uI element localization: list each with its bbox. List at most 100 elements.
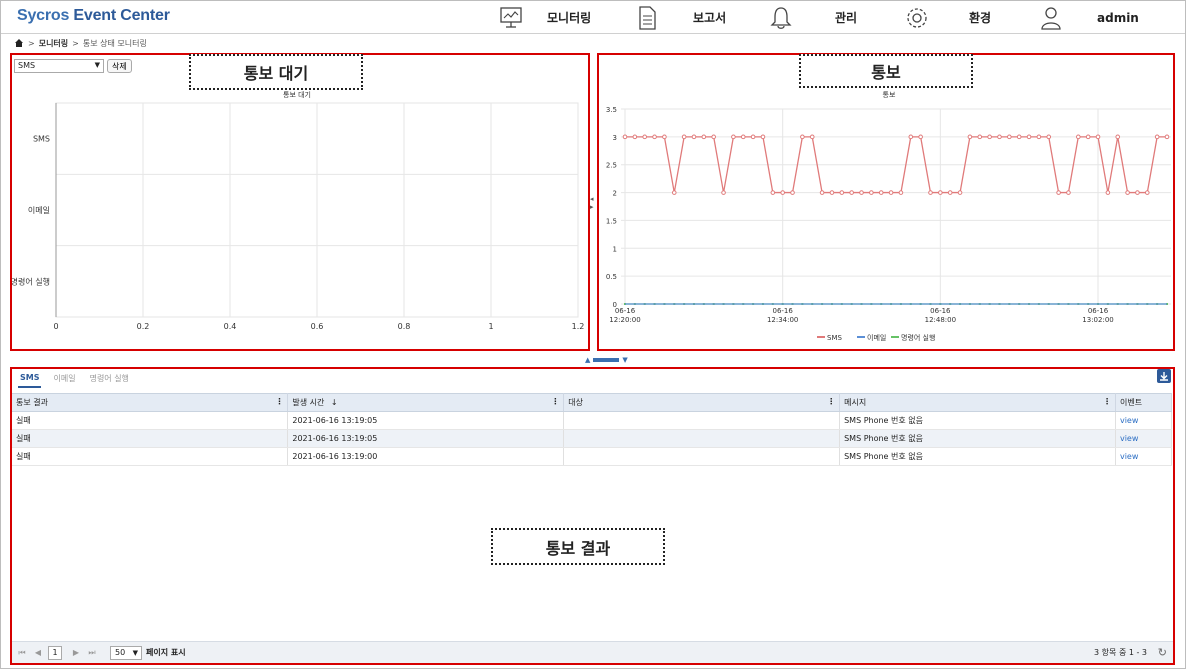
next-page-icon[interactable]: ▶ [70, 648, 82, 657]
arrow-down-icon[interactable]: ▼ [622, 356, 627, 364]
col-header-label: 통보 결과 [16, 398, 48, 407]
data-point [987, 134, 992, 140]
data-point [1144, 190, 1150, 195]
col-header-target[interactable]: 대상 ⋮ [563, 393, 841, 412]
data-point [1026, 134, 1032, 140]
data-point [691, 134, 697, 140]
page-size-label: 페이지 표시 [146, 648, 186, 657]
top-header: Sycros Event Center 모니터링 보고서 관리 환경 admin [1, 1, 1185, 34]
col-header-result[interactable]: 통보 결과 ⋮ [12, 393, 289, 412]
refresh-icon[interactable]: ↻ [1158, 646, 1167, 659]
data-point [997, 134, 1002, 140]
x-tick-label: 06-16 [773, 307, 794, 315]
gear-icon [903, 4, 931, 32]
data-point [977, 134, 983, 140]
x-tick-label: 13:02:00 [1082, 316, 1113, 324]
table-header-row: 통보 결과 ⋮ 발생 시간 ↓ ⋮ 대상 ⋮ 메시지 ⋮ 이벤트 [12, 393, 1173, 412]
chart-title: 통보 [883, 91, 896, 99]
nav-settings-label: 환경 [969, 11, 992, 25]
y-tick-label: 2 [613, 190, 617, 198]
tab-email[interactable]: 이메일 [51, 371, 77, 388]
data-point [770, 190, 776, 195]
data-point [740, 134, 746, 140]
download-icon [1160, 372, 1168, 381]
breadcrumb: > 모니터링 > 통보 상태 모니터링 [14, 37, 147, 49]
arrow-up-icon[interactable]: ▲ [585, 356, 590, 364]
y-category-label: 이메일 [28, 205, 50, 215]
tab-sms[interactable]: SMS [18, 371, 42, 388]
column-menu-icon[interactable]: ⋮ [1103, 397, 1111, 406]
data-point [652, 134, 657, 140]
breadcrumb-sep: > [72, 38, 79, 48]
data-point [1154, 134, 1160, 140]
download-button[interactable] [1157, 369, 1171, 383]
home-icon[interactable] [14, 38, 24, 48]
cell-time: 2021-06-16 13:19:05 [287, 411, 565, 430]
data-point [671, 190, 677, 195]
nav-reports[interactable]: 보고서 [633, 1, 726, 34]
last-page-icon[interactable]: ⏭ [86, 648, 98, 658]
data-point [809, 134, 815, 140]
view-link[interactable]: view [1115, 411, 1173, 430]
y-tick-label: 3 [613, 134, 617, 142]
monitor-icon [497, 4, 525, 32]
chevron-down-icon: ▼ [94, 61, 100, 69]
data-point [819, 190, 825, 195]
result-panel: SMS 이메일 명령어 실행 통보 결과 ⋮ 발생 시간 ↓ ⋮ 대상 ⋮ 메시지 ⋮ … [10, 367, 1175, 665]
nav-monitoring[interactable]: 모니터링 [497, 1, 591, 34]
col-header-time[interactable]: 발생 시간 ↓ ⋮ [287, 393, 565, 412]
splitter-handle[interactable] [593, 358, 620, 362]
col-header-message[interactable]: 메시지 ⋮ [839, 393, 1116, 412]
first-page-icon[interactable]: ⏮ [16, 648, 28, 658]
cell-result: 실패 [12, 447, 289, 466]
y-category-label: 명령어 실행 [12, 276, 50, 286]
prev-page-icon[interactable]: ◀ [32, 648, 44, 657]
page-size-select[interactable]: 50 ▼ [110, 645, 142, 660]
data-point [780, 190, 785, 195]
y-tick-label: 2.5 [606, 162, 617, 170]
tab-command[interactable]: 명령어 실행 [88, 371, 131, 388]
data-point [938, 190, 943, 195]
app-logo[interactable]: Sycros Event Center [17, 7, 170, 25]
column-menu-icon[interactable]: ⋮ [275, 397, 283, 406]
table-row[interactable]: 실패 2021-06-16 13:19:05 SMS Phone 번호 없음 v… [12, 429, 1173, 448]
nav-settings[interactable]: 환경 [903, 1, 991, 34]
y-tick-label: 3.5 [606, 106, 617, 114]
col-header-event[interactable]: 이벤트 [1115, 393, 1173, 412]
nav-management[interactable]: 관리 [767, 1, 857, 34]
channel-select[interactable]: SMS ▼ [14, 59, 104, 73]
notify-callout: 통보 [799, 54, 973, 88]
legend-label: 명령어 실행 [901, 333, 935, 342]
delete-button[interactable]: 삭제 [107, 59, 132, 73]
cell-result: 실패 [12, 429, 289, 448]
column-menu-icon[interactable]: ⋮ [551, 397, 559, 406]
document-icon [633, 4, 661, 32]
horizontal-splitter[interactable]: ▲ ▼ [585, 356, 628, 364]
x-tick-label: 0.4 [224, 322, 237, 331]
breadcrumb-sep: > [28, 38, 35, 48]
item-count: 3 항목 중 1 - 3 [1094, 648, 1147, 657]
legend-label: 이메일 [867, 333, 886, 342]
column-menu-icon[interactable]: ⋮ [827, 397, 835, 406]
nav-user[interactable]: admin [1037, 1, 1139, 34]
view-link[interactable]: view [1115, 429, 1173, 448]
data-point [1066, 190, 1071, 195]
x-tick-label: 0.2 [137, 322, 150, 331]
data-point [957, 190, 963, 195]
view-link[interactable]: view [1115, 447, 1173, 466]
result-tabs: SMS 이메일 명령어 실행 [18, 371, 131, 388]
data-point [898, 190, 904, 195]
data-point [1016, 134, 1022, 140]
page-number-input[interactable]: 1 [48, 645, 62, 660]
cell-time: 2021-06-16 13:19:00 [287, 447, 565, 466]
table-row[interactable]: 실패 2021-06-16 13:19:05 SMS Phone 번호 없음 v… [12, 411, 1173, 430]
vertical-splitter[interactable]: ◂ ▸ [590, 195, 594, 211]
breadcrumb-level1[interactable]: 모니터링 [39, 38, 68, 49]
table-row[interactable]: 실패 2021-06-16 13:19:00 SMS Phone 번호 없음 v… [12, 447, 1173, 466]
data-point [721, 190, 726, 195]
x-tick-label: 12:20:00 [609, 316, 640, 324]
data-point [878, 190, 884, 195]
x-tick-label: 06-16 [930, 307, 951, 315]
data-point [967, 134, 973, 140]
cell-message: SMS Phone 번호 없음 [839, 411, 1116, 430]
